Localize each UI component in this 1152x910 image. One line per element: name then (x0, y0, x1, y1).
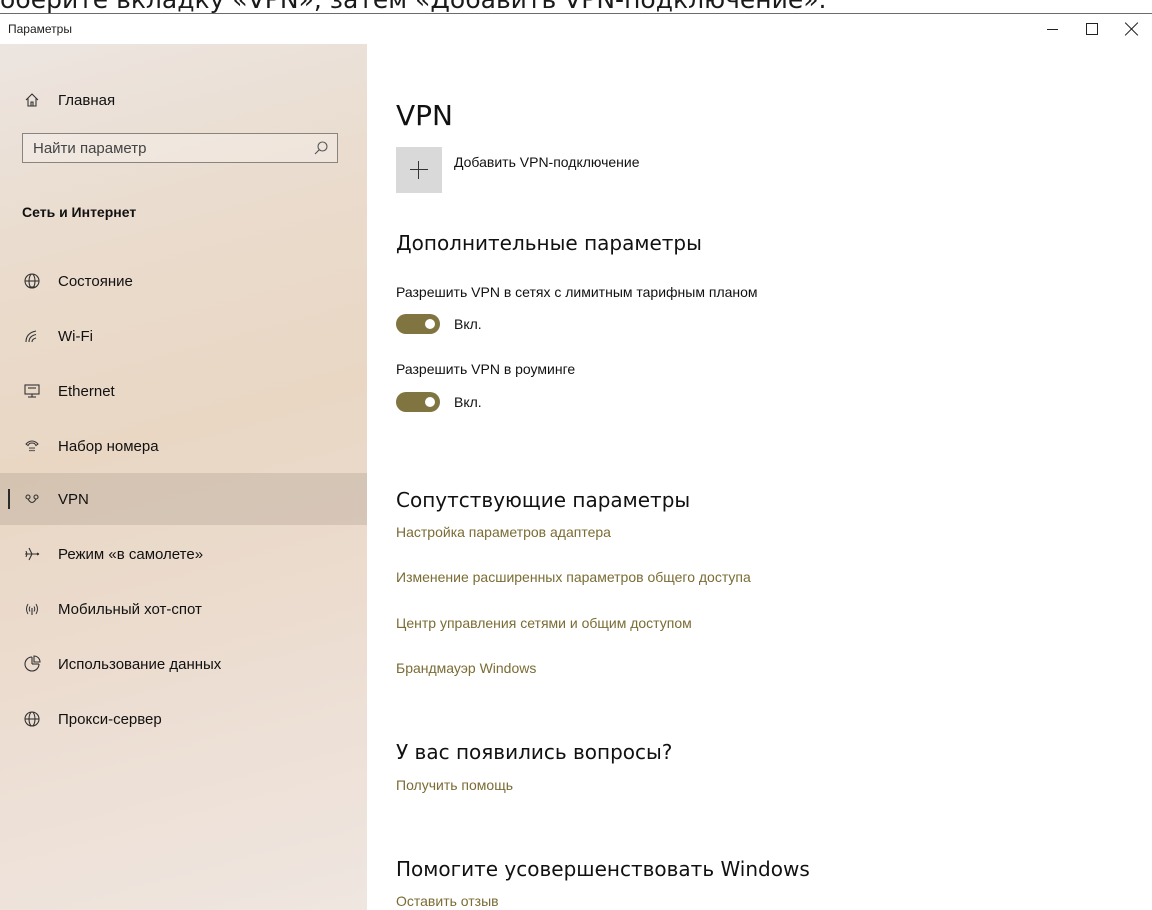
toggle-knob (425, 319, 435, 329)
metered-setting-label: Разрешить VPN в сетях с лимитным тарифны… (396, 284, 758, 300)
sidebar-item-label: Набор номера (58, 437, 159, 455)
roaming-toggle-state: Вкл. (454, 394, 482, 410)
network-center-link[interactable]: Центр управления сетями и общим доступом (396, 615, 692, 631)
get-help-link[interactable]: Получить помощь (396, 777, 513, 793)
data-usage-icon (22, 654, 42, 674)
maximize-button[interactable] (1072, 14, 1112, 44)
search-icon[interactable] (313, 140, 329, 156)
improve-heading: Помогите усовершенствовать Windows (396, 857, 810, 881)
maximize-icon (1086, 23, 1098, 35)
sidebar-item-vpn[interactable]: VPN (0, 473, 367, 525)
wifi-icon (22, 326, 42, 346)
roaming-setting-label: Разрешить VPN в роуминге (396, 361, 576, 377)
metered-toggle-state: Вкл. (454, 316, 482, 332)
feedback-link[interactable]: Оставить отзыв (396, 893, 499, 909)
sidebar-item-label: Режим «в самолете» (58, 545, 204, 563)
sidebar-item-dialup[interactable]: Набор номера (0, 420, 367, 472)
sidebar-item-ethernet[interactable]: Ethernet (0, 365, 367, 417)
sidebar-item-label: VPN (58, 490, 89, 508)
instruction-caption: оберите вкладку «VPN», затем «Добавить V… (0, 0, 1152, 14)
sidebar-item-hotspot[interactable]: Мобильный хот-спот (0, 583, 367, 635)
search-input[interactable] (23, 134, 313, 162)
window-controls (1032, 14, 1152, 44)
airplane-icon (22, 544, 42, 564)
nav-home-label: Главная (58, 91, 116, 109)
sidebar-item-label: Состояние (58, 272, 133, 290)
search-box[interactable] (22, 133, 338, 163)
toggle-knob (425, 397, 435, 407)
sidebar: Главная Сеть и Интернет Состояние Wi-Fi (0, 44, 367, 910)
sidebar-item-label: Мобильный хот-спот (58, 600, 202, 618)
dialup-icon (22, 436, 42, 456)
sidebar-item-label: Ethernet (58, 382, 115, 400)
firewall-link[interactable]: Брандмауэр Windows (396, 660, 536, 676)
settings-window: Параметры Главная Сеть и Интернет Состоя… (0, 14, 1152, 910)
minimize-button[interactable] (1032, 14, 1072, 44)
main-content: VPN Добавить VPN-подключение Дополнитель… (396, 44, 1136, 910)
sidebar-item-status[interactable]: Состояние (0, 255, 367, 307)
sidebar-item-label: Использование данных (58, 655, 222, 673)
add-icon[interactable] (396, 147, 442, 193)
roaming-toggle[interactable] (396, 392, 440, 412)
adapter-settings-link[interactable]: Настройка параметров адаптера (396, 524, 611, 540)
selection-indicator (8, 489, 10, 509)
sidebar-item-airplane[interactable]: Режим «в самолете» (0, 528, 367, 580)
advanced-heading: Дополнительные параметры (396, 231, 702, 255)
metered-toggle[interactable] (396, 314, 440, 334)
sidebar-item-proxy[interactable]: Прокси-сервер (0, 693, 367, 745)
proxy-globe-icon (22, 709, 42, 729)
window-title: Параметры (8, 22, 72, 36)
sidebar-item-label: Прокси-сервер (58, 710, 162, 728)
home-icon (22, 90, 42, 110)
close-button[interactable] (1112, 14, 1152, 44)
ethernet-icon (22, 381, 42, 401)
sidebar-item-label: Wi-Fi (58, 327, 93, 345)
sidebar-item-wifi[interactable]: Wi-Fi (0, 310, 367, 362)
related-heading: Сопутствующие параметры (396, 488, 691, 512)
page-title: VPN (396, 98, 453, 132)
status-globe-icon (22, 271, 42, 291)
section-title: Сеть и Интернет (22, 204, 137, 220)
vpn-icon (22, 489, 42, 509)
sharing-settings-link[interactable]: Изменение расширенных параметров общего … (396, 569, 751, 585)
questions-heading: У вас появились вопросы? (396, 740, 673, 764)
minimize-icon (1046, 28, 1058, 30)
close-icon (1125, 22, 1139, 36)
add-vpn-label: Добавить VPN-подключение (454, 154, 640, 170)
sidebar-item-data-usage[interactable]: Использование данных (0, 638, 367, 690)
hotspot-icon (22, 599, 42, 619)
nav-home[interactable]: Главная (0, 84, 367, 116)
add-vpn-button[interactable]: Добавить VPN-подключение (396, 147, 640, 195)
